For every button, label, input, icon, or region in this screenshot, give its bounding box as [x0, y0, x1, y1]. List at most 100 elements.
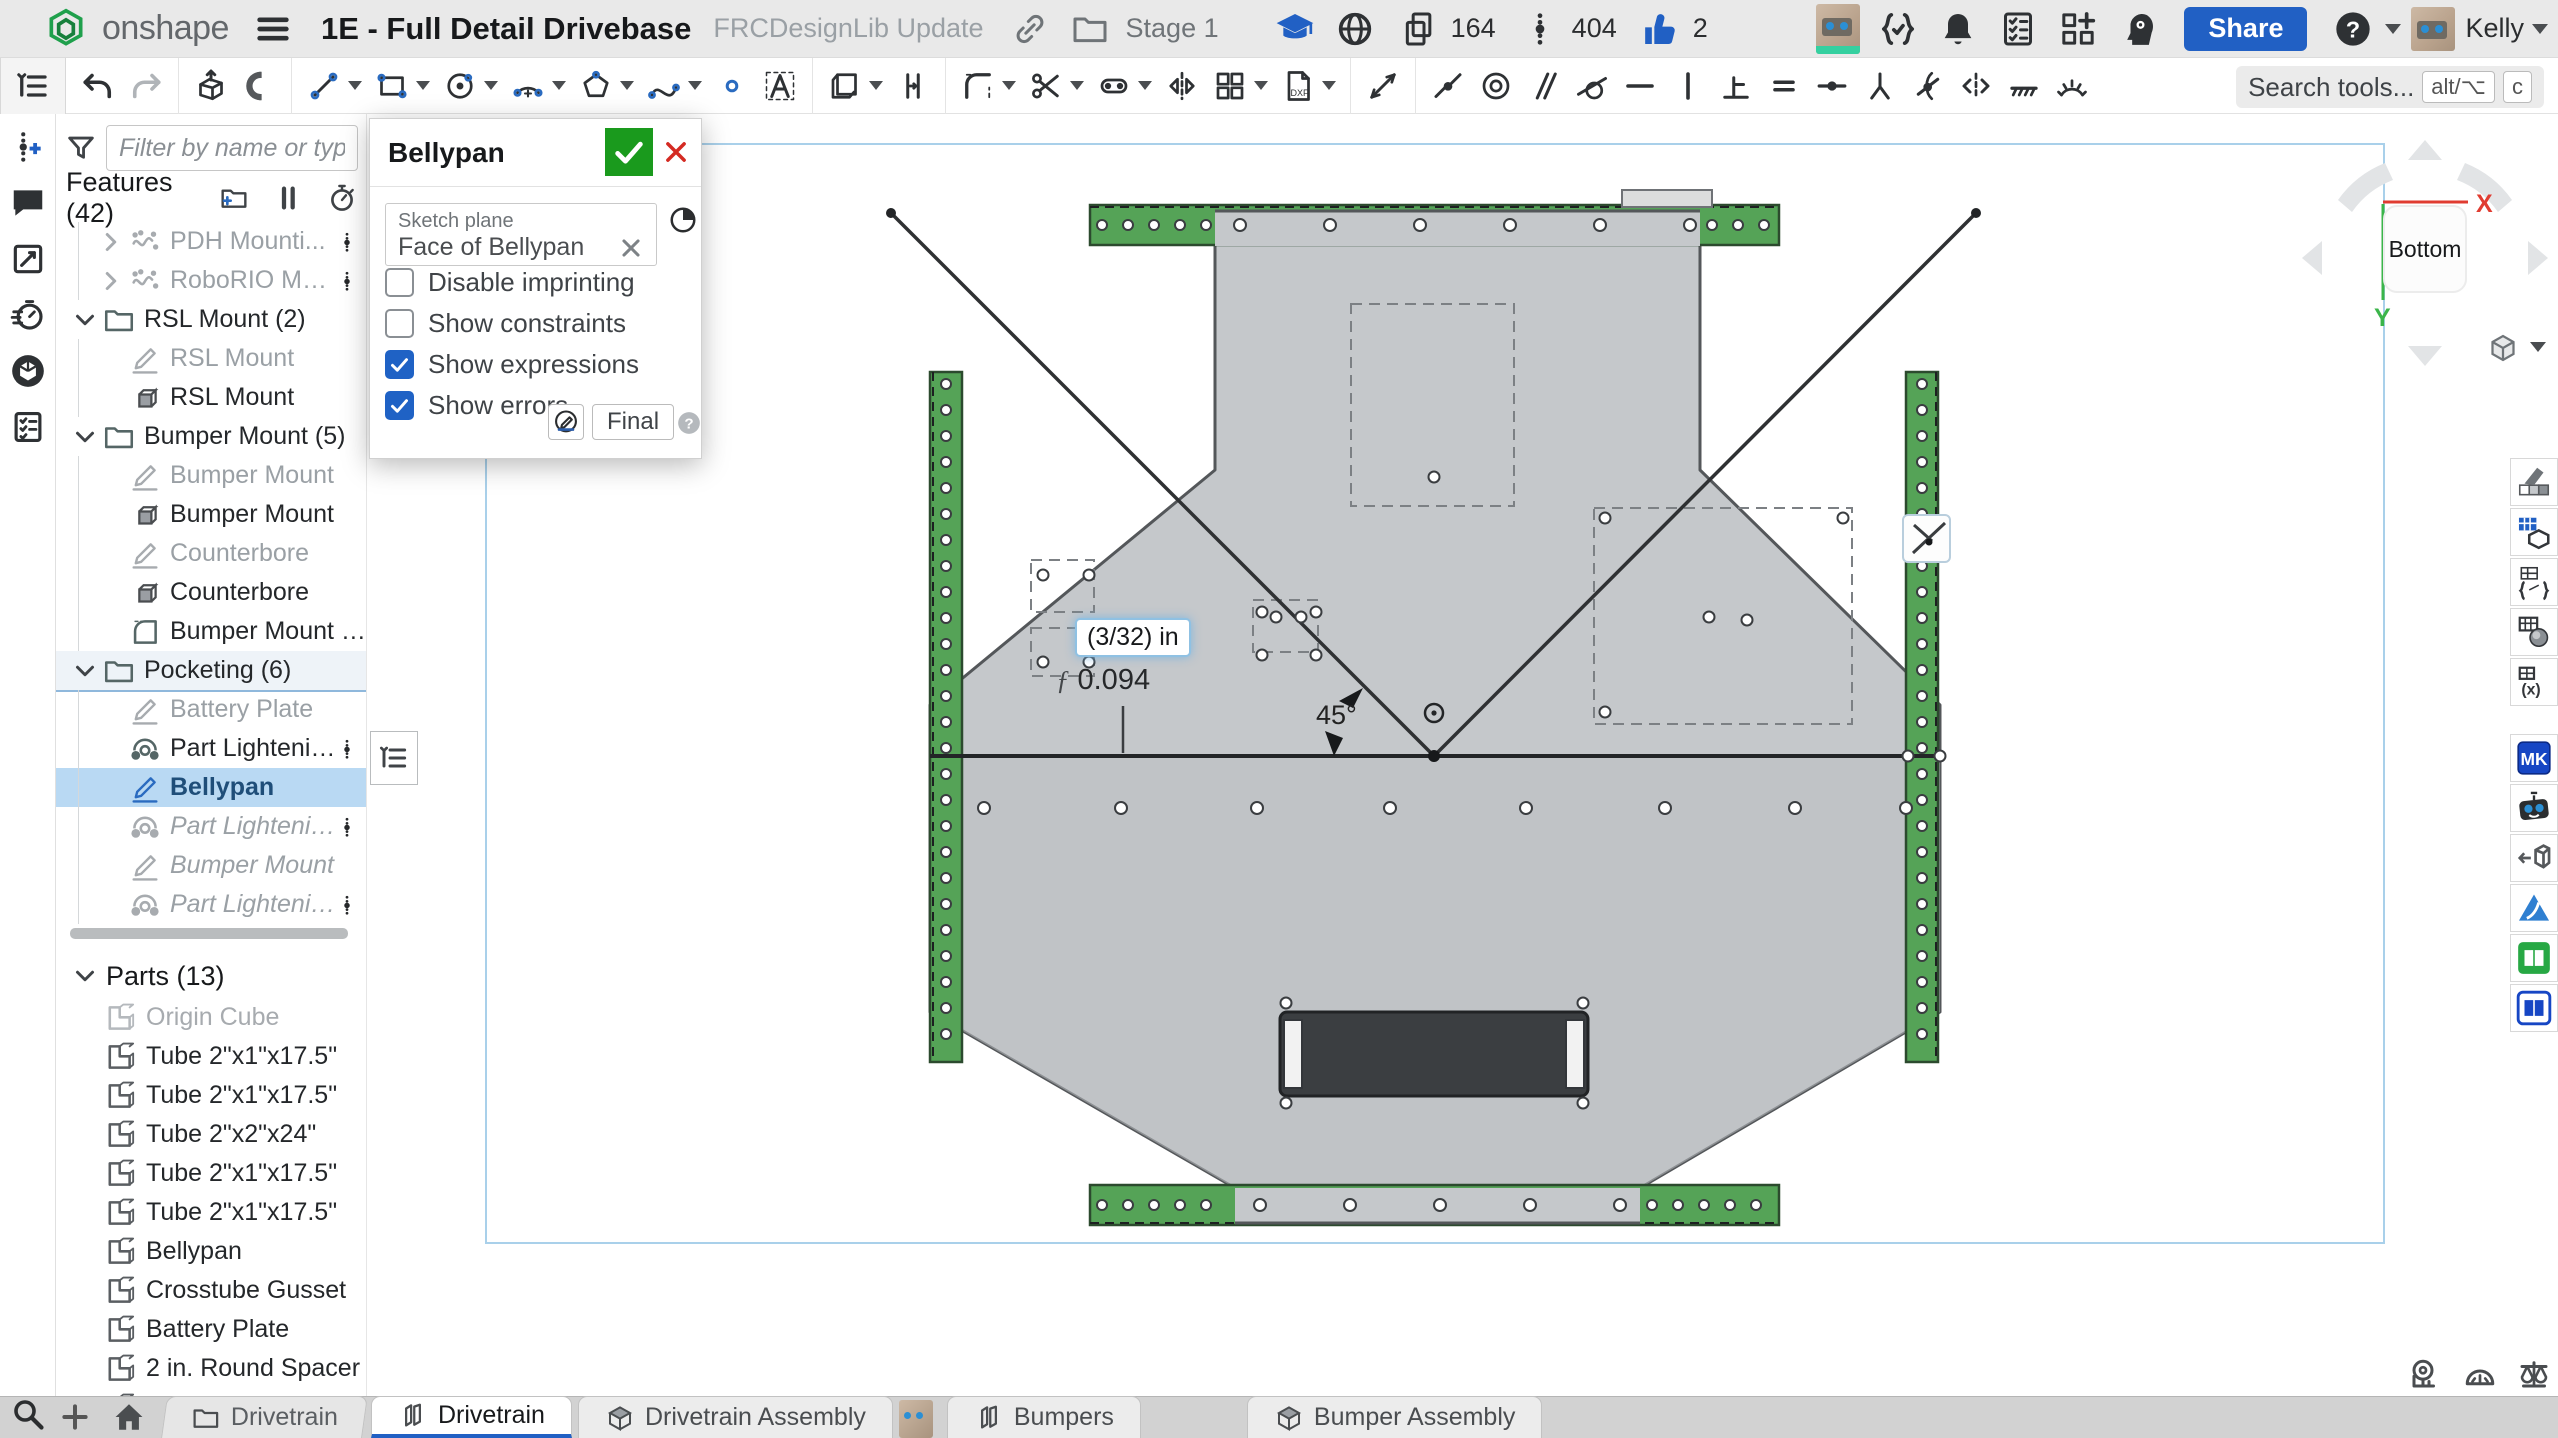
view-cube-home-icon[interactable] — [2483, 330, 2523, 366]
chevron-right-icon[interactable] — [96, 266, 126, 296]
feature-row[interactable]: Bumper Mount (5) — [56, 417, 366, 456]
checkbox-disable-imprinting[interactable]: Disable imprinting — [385, 265, 635, 299]
release-tasks-icon[interactable] — [1998, 9, 2038, 49]
mk-app-button[interactable]: MK — [2510, 734, 2558, 782]
sketch-plane-field[interactable]: Sketch plane Face of Bellypan — [385, 203, 657, 266]
feature-row[interactable]: RSL Mount — [56, 339, 366, 378]
link-icon[interactable] — [1010, 9, 1050, 49]
text-tool-button[interactable] — [756, 62, 804, 110]
chevron-down-icon[interactable] — [70, 422, 100, 452]
report-icon[interactable] — [9, 240, 47, 278]
search-model-icon[interactable] — [9, 352, 47, 390]
feature-row[interactable]: Part Lightening... — [56, 807, 366, 846]
drag-handle-icon[interactable] — [336, 225, 358, 259]
feature-row[interactable]: Battery Plate — [56, 690, 366, 729]
sheet-fx-app-button[interactable]: (x) — [2510, 658, 2558, 706]
view-cube-face[interactable]: Bottom — [2383, 205, 2467, 293]
part-row[interactable]: Crosstube Gusset — [56, 1271, 366, 1310]
ai-assistant-icon[interactable] — [2118, 9, 2158, 49]
export-cube-app-button[interactable] — [2510, 834, 2558, 882]
add-tab-icon[interactable] — [58, 1400, 92, 1434]
redo-button[interactable] — [122, 62, 170, 110]
feature-row[interactable]: Counterbore — [56, 534, 366, 573]
part-row[interactable]: Bellypan — [56, 1232, 366, 1271]
share-button[interactable]: Share — [2184, 7, 2307, 51]
appearance-editor-button[interactable] — [2510, 458, 2558, 506]
search-tools-box[interactable]: Search tools... alt/⌥ c — [2236, 66, 2544, 108]
dialog-titlebar[interactable]: Bellypan — [370, 119, 701, 187]
part-row[interactable]: Tube 2"x1"x17.5" — [56, 1076, 366, 1115]
offset-tool-button[interactable] — [889, 62, 937, 110]
user-name[interactable]: Kelly — [2465, 13, 2524, 44]
clear-selection-icon[interactable] — [618, 235, 644, 261]
confirm-button[interactable] — [605, 128, 653, 176]
document-thumbnail[interactable] — [1816, 4, 1860, 54]
feature-list-button[interactable] — [9, 62, 57, 110]
dropdown-caret-icon[interactable] — [1254, 81, 1268, 90]
likes-icon[interactable] — [1641, 9, 1681, 49]
part-row[interactable]: Battery Plate — [56, 1310, 366, 1349]
use-tool-button[interactable] — [821, 62, 889, 110]
versions-icon[interactable] — [1520, 9, 1560, 49]
public-globe-icon[interactable] — [1335, 9, 1375, 49]
vertical-constraint-button[interactable] — [1664, 62, 1712, 110]
tab-drivetrain[interactable]: Drivetrain — [161, 1396, 368, 1438]
pattern-tool-button[interactable] — [1206, 62, 1274, 110]
checkbox-box[interactable] — [385, 268, 414, 297]
feature-row[interactable]: RSL Mount — [56, 378, 366, 417]
perpendicular-constraint-button[interactable] — [1712, 62, 1760, 110]
dropdown-caret-icon[interactable] — [1322, 81, 1336, 90]
tab-thumbnail[interactable] — [899, 1400, 933, 1438]
green-book-app-button[interactable] — [2510, 934, 2558, 982]
dropdown-caret-icon[interactable] — [1138, 81, 1152, 90]
dropdown-caret-icon[interactable] — [484, 81, 498, 90]
dropdown-caret-icon[interactable] — [869, 81, 883, 90]
feature-row[interactable]: Pocketing (6) — [56, 651, 366, 690]
coincident-constraint-button[interactable] — [1424, 62, 1472, 110]
tab-bumpers[interactable]: Bumpers — [947, 1396, 1141, 1438]
feature-list-flyout-button[interactable] — [370, 731, 418, 785]
drag-handle-icon[interactable] — [336, 732, 358, 766]
mirror-tool-button[interactable] — [1158, 62, 1206, 110]
user-menu-caret-icon[interactable] — [2532, 24, 2548, 34]
history-icon[interactable] — [9, 296, 47, 334]
part-row[interactable]: Tube 2"x1"x17.5" — [56, 1154, 366, 1193]
main-menu-icon[interactable] — [253, 9, 293, 49]
mass-properties-icon[interactable] — [2516, 1356, 2552, 1392]
app-store-icon[interactable] — [2058, 9, 2098, 49]
drag-handle-icon[interactable] — [336, 264, 358, 298]
feature-row[interactable]: PDH Mounti... — [56, 222, 366, 261]
trim-tool-button[interactable] — [1022, 62, 1090, 110]
feature-row[interactable]: RSL Mount (2) — [56, 300, 366, 339]
arc-tool-button[interactable] — [504, 62, 572, 110]
feature-row[interactable]: RoboRIO Mo... — [56, 261, 366, 300]
dropdown-caret-icon[interactable] — [620, 81, 634, 90]
dropdown-caret-icon[interactable] — [348, 81, 362, 90]
curvature-constraint-button[interactable] — [2048, 62, 2096, 110]
tasks-icon[interactable] — [9, 408, 47, 446]
part-row[interactable]: 2 in. Round Spacer — [56, 1349, 366, 1388]
rectangle-tool-button[interactable] — [368, 62, 436, 110]
parts-header[interactable]: Parts (13) — [70, 958, 360, 994]
parallel-constraint-button[interactable] — [1520, 62, 1568, 110]
dialog-help-icon[interactable]: ? — [676, 410, 702, 436]
dropdown-caret-icon[interactable] — [416, 81, 430, 90]
sheet-cube-app-button[interactable] — [2510, 508, 2558, 556]
chevron-down-icon[interactable] — [70, 305, 100, 335]
slot-tool-button[interactable] — [1090, 62, 1158, 110]
view-cube-caret-icon[interactable] — [2530, 342, 2546, 352]
drag-handle-icon[interactable] — [336, 888, 358, 922]
fillet-tool-button[interactable] — [954, 62, 1022, 110]
show-sketch-only-icon[interactable] — [668, 205, 698, 235]
sheet-braces-app-button[interactable] — [2510, 558, 2558, 606]
filter-input[interactable] — [106, 125, 358, 171]
chevron-down-icon[interactable] — [70, 656, 100, 686]
part-row[interactable]: Tube 2"x1"x17.5" — [56, 1037, 366, 1076]
home-icon[interactable] — [112, 1400, 146, 1434]
feature-row[interactable]: Bellypan — [56, 768, 366, 807]
checkbox-box[interactable] — [385, 350, 414, 379]
final-button[interactable]: Final — [592, 404, 674, 440]
concentric-constraint-button[interactable] — [1472, 62, 1520, 110]
feature-script-icon[interactable] — [1878, 9, 1918, 49]
circle-tool-button[interactable] — [436, 62, 504, 110]
